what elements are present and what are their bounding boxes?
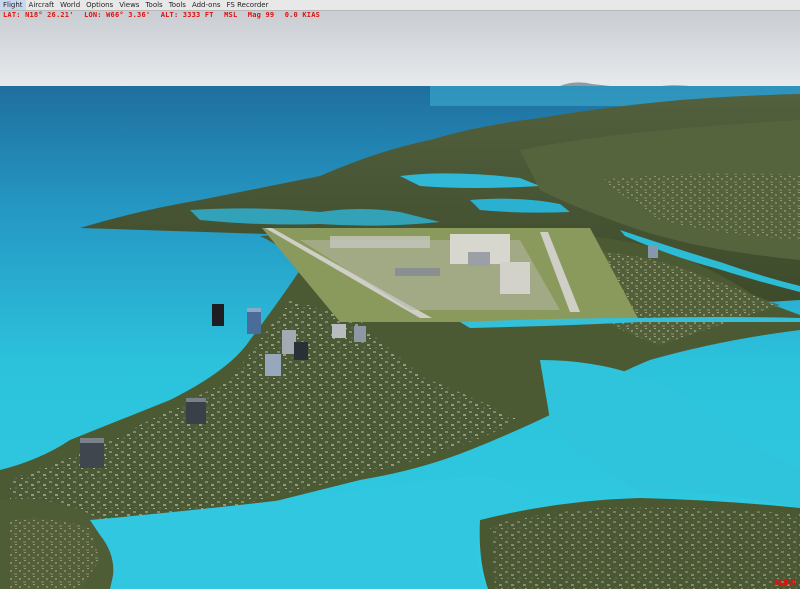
altitude-readout: ALT: 3333 FT	[160, 11, 214, 19]
menu-tools[interactable]: Tools	[142, 0, 165, 10]
latitude-readout: LAT: N18° 26.21'	[3, 11, 74, 19]
airspeed-readout: 0.0 KIAS	[284, 11, 321, 19]
menu-fs-recorder[interactable]: FS Recorder	[224, 0, 272, 10]
scenery-view	[0, 0, 800, 589]
menu-aircraft[interactable]: Aircraft	[26, 0, 58, 10]
menu-tools-2[interactable]: Tools	[166, 0, 189, 10]
menu-add-ons[interactable]: Add-ons	[189, 0, 224, 10]
altitude-reference: MSL	[224, 11, 238, 19]
menu-options[interactable]: Options	[83, 0, 116, 10]
menu-world[interactable]: World	[57, 0, 83, 10]
menu-bar: Flight Aircraft World Options Views Tool…	[0, 0, 800, 11]
position-readout: LAT: N18° 26.21' LON: W66° 3.36' ALT: 33…	[3, 11, 326, 19]
longitude-readout: LON: W66° 3.36'	[84, 11, 151, 19]
menu-flight[interactable]: Flight	[0, 0, 26, 10]
slew-mode-indicator: SLEW	[773, 579, 796, 587]
menu-views[interactable]: Views	[116, 0, 142, 10]
magnification-readout: Mag 99	[247, 11, 275, 19]
